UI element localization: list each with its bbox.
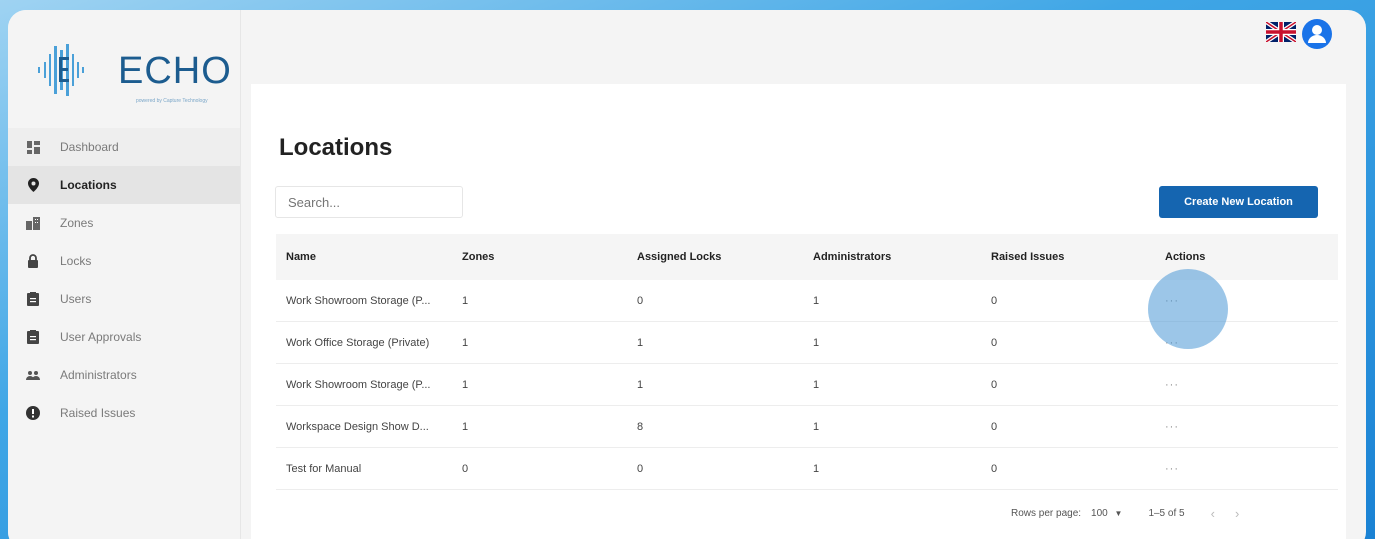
sidebar-item-label: Raised Issues <box>60 406 136 420</box>
sidebar-item-user-approvals[interactable]: User Approvals <box>8 318 240 356</box>
row-actions-menu-icon[interactable]: ··· <box>1160 463 1310 475</box>
sidebar: ECHO powered by Capture Technology Dashb… <box>8 10 240 539</box>
brand-name: ECHO <box>118 50 232 92</box>
brand-tagline: powered by Capture Technology <box>136 98 208 104</box>
buildings-icon <box>26 216 40 230</box>
cell-name: Work Showroom Storage (P... <box>286 378 431 391</box>
search-input[interactable] <box>275 186 463 218</box>
prev-page-icon[interactable]: ‹ <box>1211 506 1215 521</box>
cell-name: Work Showroom Storage (P... <box>286 294 431 307</box>
column-header-zones[interactable]: Zones <box>454 251 629 263</box>
cell-administrators: 1 <box>813 294 820 307</box>
create-new-location-button[interactable]: Create New Location <box>1159 186 1318 218</box>
cell-raised-issues: 0 <box>991 336 998 349</box>
sound-wave-logo-icon <box>38 44 84 96</box>
user-avatar-icon[interactable] <box>1302 19 1332 49</box>
cell-name: Test for Manual <box>286 462 362 475</box>
cell-zones: 0 <box>462 462 469 475</box>
cell-zones: 1 <box>462 336 469 349</box>
clipboard-check-icon <box>26 330 40 344</box>
sidebar-item-label: User Approvals <box>60 330 142 344</box>
cell-administrators: 1 <box>813 336 820 349</box>
column-header-actions: Actions <box>1165 251 1206 263</box>
cell-administrators: 1 <box>813 420 820 433</box>
rows-per-page-value: 100 <box>1091 507 1108 519</box>
click-ripple <box>1148 269 1228 349</box>
echo-logo: ECHO powered by Capture Technology <box>32 40 232 120</box>
app-window: ECHO powered by Capture Technology Dashb… <box>8 10 1366 539</box>
sidebar-item-label: Dashboard <box>60 140 119 154</box>
row-actions-menu-icon[interactable]: ··· <box>1160 421 1310 433</box>
location-pin-icon <box>26 178 40 192</box>
sidebar-nav: Dashboard Locations Zones Locks Users Us… <box>8 128 240 432</box>
cell-administrators: 1 <box>813 462 820 475</box>
cell-zones: 1 <box>462 294 469 307</box>
column-header-raised-issues[interactable]: Raised Issues <box>985 251 1160 263</box>
cell-zones: 1 <box>462 420 469 433</box>
cell-raised-issues: 0 <box>991 420 998 433</box>
cell-raised-issues: 0 <box>991 294 998 307</box>
alert-icon <box>26 406 40 420</box>
cell-assigned-locks: 0 <box>637 294 644 307</box>
sidebar-item-zones[interactable]: Zones <box>8 204 240 242</box>
sidebar-item-label: Locks <box>60 254 92 268</box>
column-header-assigned-locks[interactable]: Assigned Locks <box>629 251 807 263</box>
lock-icon <box>26 254 40 268</box>
sidebar-item-label: Users <box>60 292 92 306</box>
column-header-name[interactable]: Name <box>276 251 454 263</box>
sidebar-item-users[interactable]: Users <box>8 280 240 318</box>
sidebar-item-locks[interactable]: Locks <box>8 242 240 280</box>
cell-name: Workspace Design Show D... <box>286 420 429 433</box>
rows-per-page-select[interactable]: 100 ▼ <box>1091 508 1122 519</box>
clipboard-icon <box>26 292 40 306</box>
sidebar-item-raised-issues[interactable]: Raised Issues <box>8 394 240 432</box>
row-actions-menu-icon[interactable]: ··· <box>1160 379 1310 391</box>
sidebar-divider <box>240 10 241 539</box>
sidebar-item-locations[interactable]: Locations <box>8 166 240 204</box>
cell-raised-issues: 0 <box>991 462 998 475</box>
table-row[interactable]: Work Showroom Storage (P... 1 1 1 0 ··· <box>276 364 1338 406</box>
sidebar-item-label: Locations <box>60 178 117 192</box>
dashboard-icon <box>26 140 40 154</box>
caret-down-icon: ▼ <box>1114 508 1123 518</box>
sidebar-item-label: Zones <box>60 216 94 230</box>
pagination-range: 1–5 of 5 <box>1148 507 1185 519</box>
column-header-administrators[interactable]: Administrators <box>807 251 985 263</box>
sidebar-item-label: Administrators <box>60 368 137 382</box>
cell-assigned-locks: 8 <box>637 420 644 433</box>
sidebar-item-administrators[interactable]: Administrators <box>8 356 240 394</box>
rows-per-page-label: Rows per page: <box>1011 507 1082 519</box>
table-row[interactable]: Workspace Design Show D... 1 8 1 0 ··· <box>276 406 1338 448</box>
cell-administrators: 1 <box>813 378 820 391</box>
sidebar-item-dashboard[interactable]: Dashboard <box>8 128 240 166</box>
next-page-icon[interactable]: › <box>1235 506 1239 521</box>
cell-raised-issues: 0 <box>991 378 998 391</box>
page-title: Locations <box>279 134 393 161</box>
pagination: Rows per page: 100 ▼ 1–5 of 5 ‹ › <box>1011 502 1331 524</box>
cell-zones: 1 <box>462 378 469 391</box>
cell-name: Work Office Storage (Private) <box>286 336 430 349</box>
cell-assigned-locks: 1 <box>637 336 644 349</box>
uk-flag-icon[interactable] <box>1264 20 1298 44</box>
cell-assigned-locks: 1 <box>637 378 644 391</box>
cell-assigned-locks: 0 <box>637 462 644 475</box>
people-icon <box>26 368 40 382</box>
table-row[interactable]: Test for Manual 0 0 1 0 ··· <box>276 448 1338 490</box>
